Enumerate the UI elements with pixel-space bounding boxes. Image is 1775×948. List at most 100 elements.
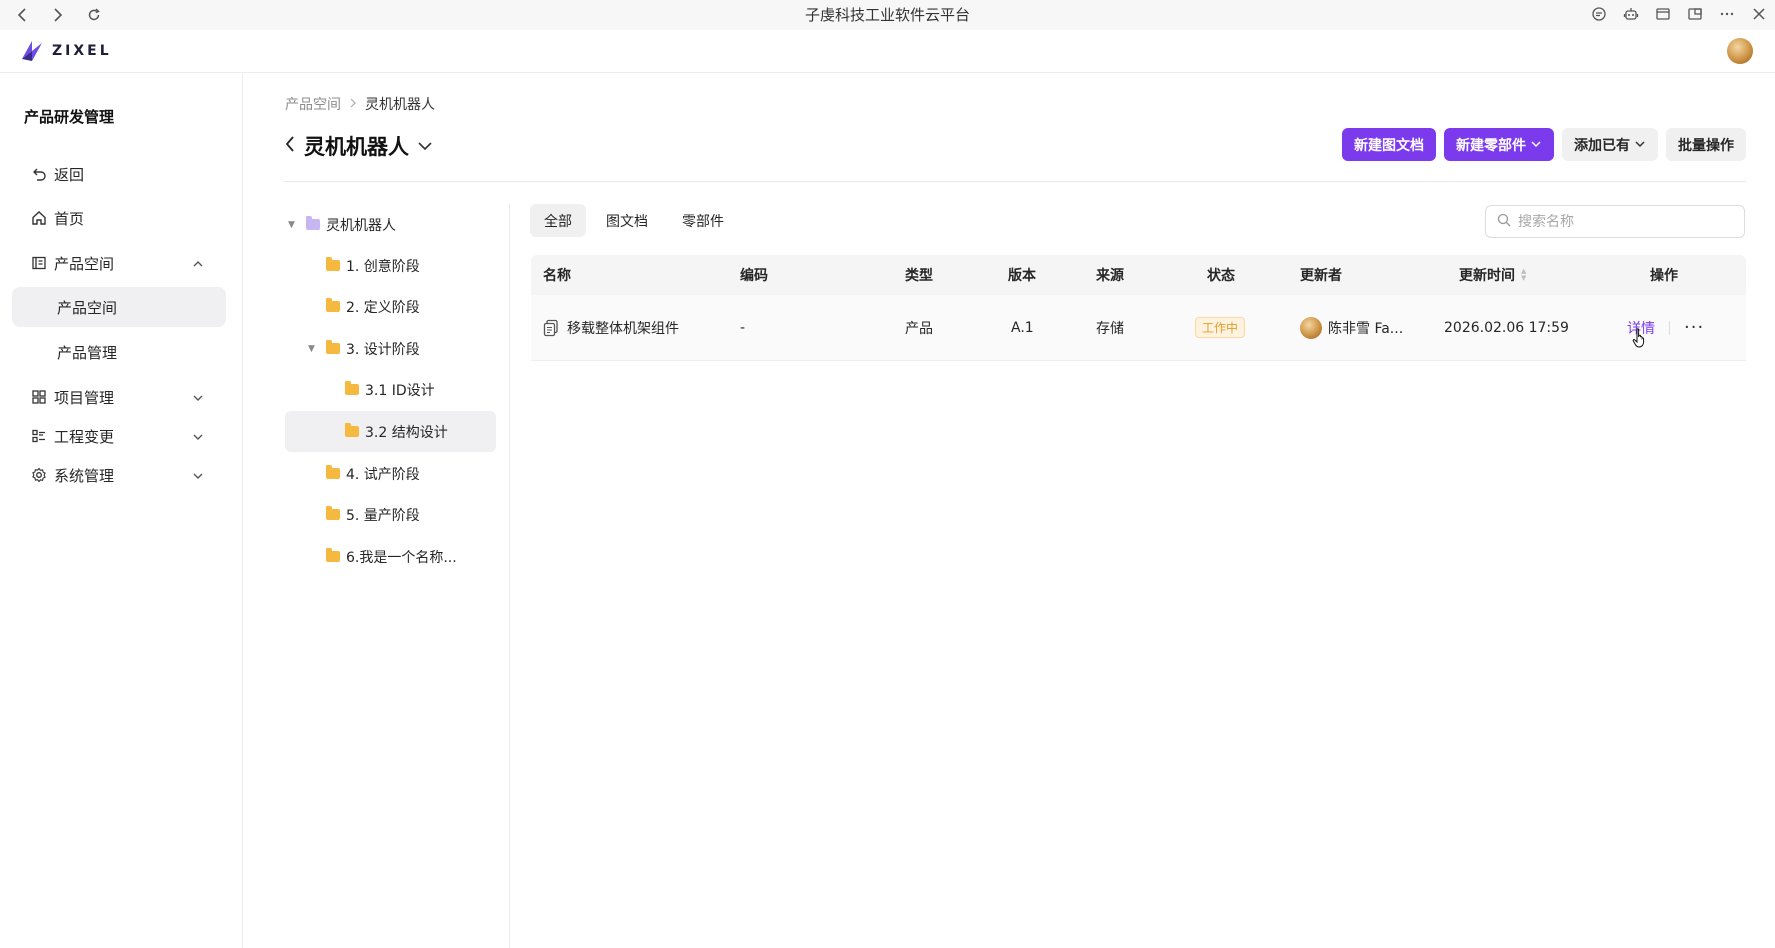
sidebar-title: 产品研发管理: [24, 108, 115, 126]
caret-down-icon[interactable]: ▼: [288, 220, 300, 230]
sidebar-item-label: 产品空间: [54, 254, 115, 273]
sidebar-item-system-management[interactable]: 系统管理: [12, 455, 226, 495]
zixel-logo-icon: [22, 41, 42, 61]
folder-icon: [326, 506, 340, 520]
window-title: 子虔科技工业软件云平台: [804, 6, 970, 24]
search-input[interactable]: [1518, 213, 1728, 230]
status-badge: 工作中: [1195, 317, 1246, 338]
home-icon: [31, 210, 47, 226]
cell-name-text[interactable]: 移载整体机架组件: [567, 318, 679, 338]
tab-all[interactable]: 全部: [530, 204, 586, 237]
sidebar-item-home[interactable]: 首页: [12, 198, 226, 238]
back-arrow-icon[interactable]: [12, 5, 32, 25]
cell-version: A.1: [1011, 319, 1034, 336]
sidebar-item-label: 首页: [54, 209, 85, 228]
folder-icon: [306, 216, 320, 230]
page-header: 灵机机器人: [284, 131, 433, 161]
back-chevron-icon[interactable]: [284, 135, 296, 157]
user-avatar[interactable]: [1727, 38, 1753, 64]
sort-icon[interactable]: ▲ ▼: [1521, 268, 1526, 282]
batch-operation-button[interactable]: 批量操作: [1666, 128, 1746, 161]
split-window-icon[interactable]: [1685, 4, 1705, 24]
forward-arrow-icon[interactable]: [48, 5, 68, 25]
tree-node-label: 2. 定义阶段: [346, 299, 420, 316]
add-existing-button[interactable]: 添加已有: [1562, 128, 1658, 161]
zixel-logo[interactable]: ZIXEL: [18, 37, 112, 65]
items-table: 名称 编码 类型 版本 来源 状态 更新者 更新时间 ▲ ▼ 操作 移载整体机架组…: [531, 255, 1746, 361]
tree-node-stage-3[interactable]: ▼ 3. 设计阶段: [308, 328, 420, 369]
table-row[interactable]: 移载整体机架组件 - 产品 A.1 存储 工作中 陈非雪 Fa... 2026.…: [531, 295, 1746, 361]
sidebar-item-engineering-change[interactable]: 工程变更: [12, 416, 226, 456]
col-type: 类型: [905, 268, 933, 284]
chevron-down-icon: [192, 390, 204, 408]
tree-node-stage-1[interactable]: 1. 创意阶段: [326, 245, 420, 286]
tree-divider: [509, 204, 510, 948]
tree-node-root[interactable]: ▼ 灵机机器人: [288, 204, 494, 245]
tree-node-stage-3-1[interactable]: 3.1 ID设计: [345, 369, 435, 410]
col-updated[interactable]: 更新时间 ▲ ▼: [1459, 255, 1526, 295]
tree-node-label: 1. 创意阶段: [346, 258, 420, 275]
tree-node-stage-4[interactable]: 4. 试产阶段: [326, 453, 420, 494]
new-part-label: 新建零部件: [1456, 137, 1526, 154]
action-toolbar: 新建图文档 新建零部件 添加已有 批量操作: [1342, 128, 1746, 161]
col-name: 名称: [543, 268, 571, 284]
sidebar-item-product-space[interactable]: 产品空间: [12, 243, 226, 283]
sidebar-item-project-management[interactable]: 项目管理: [12, 377, 226, 417]
cell-type: 产品: [905, 320, 933, 337]
more-menu-icon[interactable]: [1717, 4, 1737, 24]
folder-icon: [326, 548, 340, 562]
chevron-down-icon: [192, 429, 204, 447]
sidebar-subitem-product-space[interactable]: 产品空间: [12, 287, 226, 327]
sidebar-item-back[interactable]: 返回: [12, 154, 226, 194]
new-drawing-button[interactable]: 新建图文档: [1342, 128, 1436, 161]
tree-node-label: 3.2 结构设计: [365, 424, 448, 441]
cell-updater: 陈非雪 Fa...: [1300, 295, 1403, 360]
reload-icon[interactable]: [84, 5, 104, 25]
close-icon[interactable]: [1749, 4, 1769, 24]
col-status: 状态: [1207, 268, 1235, 284]
tab-label: 图文档: [606, 213, 648, 230]
caret-down-icon[interactable]: ▼: [308, 344, 320, 354]
list-icon: [31, 428, 47, 444]
filter-tabs: 全部 图文档 零部件: [530, 204, 738, 237]
tree-node-label: 6.我是一个名称...: [346, 549, 457, 566]
grid-icon: [31, 389, 47, 405]
logo-text: ZIXEL: [52, 43, 112, 59]
breadcrumb-current: 灵机机器人: [365, 97, 435, 113]
robot-icon[interactable]: [1621, 4, 1641, 24]
tab-label: 零部件: [682, 213, 724, 230]
chevron-down-icon: [192, 468, 204, 486]
breadcrumb: 产品空间 灵机机器人: [285, 94, 435, 114]
tree-node-stage-2[interactable]: 2. 定义阶段: [326, 286, 420, 327]
search-box[interactable]: [1485, 205, 1745, 238]
col-version: 版本: [1008, 268, 1036, 284]
undo-icon: [31, 166, 47, 182]
updater-name: 陈非雪 Fa...: [1328, 320, 1404, 337]
more-actions-icon[interactable]: ···: [1684, 317, 1704, 338]
header-divider: [284, 181, 1746, 182]
gear-icon: [31, 467, 47, 483]
col-source: 来源: [1096, 268, 1124, 284]
new-part-button[interactable]: 新建零部件: [1444, 128, 1554, 161]
sidebar: 产品研发管理 返回 首页 产品空间 产品空间 产品管理 项目管理 工程变更 系统…: [0, 73, 243, 948]
product-space-icon: [31, 255, 47, 271]
tree-node-stage-6[interactable]: 6.我是一个名称...: [326, 536, 457, 577]
app-header: ZIXEL: [0, 30, 1775, 73]
tree-node-stage-5[interactable]: 5. 量产阶段: [326, 494, 420, 535]
title-dropdown-icon[interactable]: [417, 137, 433, 156]
window-icon[interactable]: [1653, 4, 1673, 24]
breadcrumb-root[interactable]: 产品空间: [285, 94, 341, 114]
tree-node-label: 5. 量产阶段: [346, 507, 420, 524]
divider: [1669, 320, 1670, 335]
cell-updated: 2026.02.06 17:59: [1444, 319, 1569, 336]
folder-icon: [345, 423, 359, 437]
tree-node-stage-3-2[interactable]: 3.2 结构设计: [285, 411, 496, 452]
sidebar-item-label: 工程变更: [54, 427, 115, 446]
page-title: 灵机机器人: [304, 135, 409, 159]
tab-drawings[interactable]: 图文档: [592, 204, 662, 237]
col-updater: 更新者: [1300, 268, 1342, 284]
chat-icon[interactable]: [1589, 4, 1609, 24]
folder-icon: [326, 465, 340, 479]
sidebar-subitem-product-management[interactable]: 产品管理: [12, 332, 226, 372]
tab-parts[interactable]: 零部件: [668, 204, 738, 237]
